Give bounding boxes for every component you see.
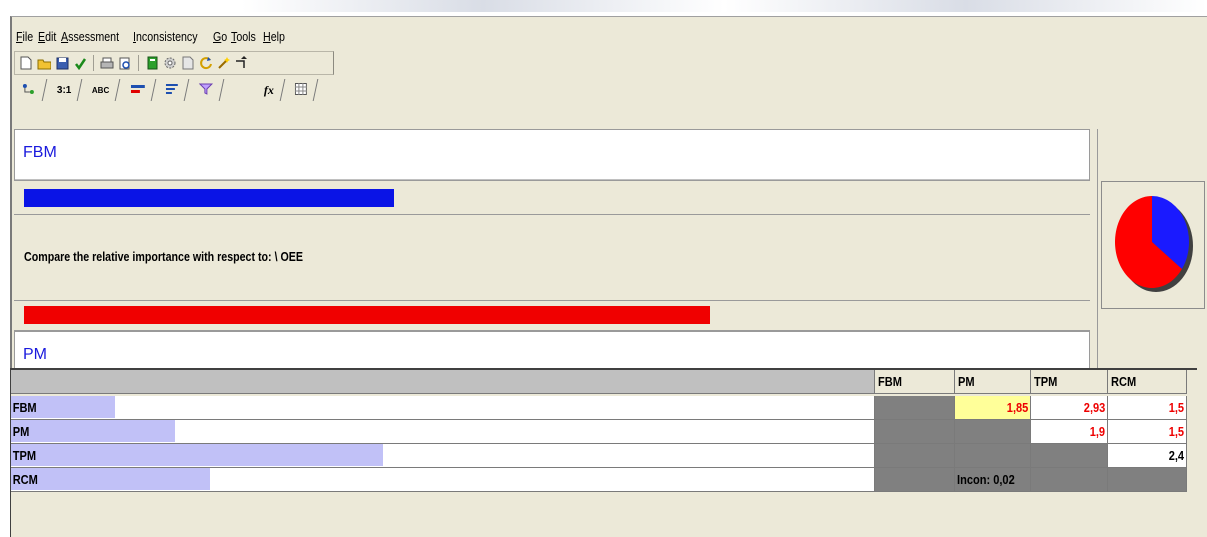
matrix-cell: [955, 444, 1031, 468]
top-bar-row[interactable]: [14, 183, 1090, 215]
matrix-cell: [875, 444, 955, 468]
compare-question: Compare the relative importance with res…: [24, 249, 304, 264]
matrix-cell[interactable]: 1,5: [1108, 420, 1187, 444]
matrix-cell[interactable]: 1,9: [1031, 420, 1108, 444]
bars-icon: [165, 83, 178, 98]
row-name-label: TPM: [12, 448, 37, 463]
row-weight-bar: [11, 468, 210, 490]
column-header-label: RCM: [1111, 374, 1137, 389]
matrix-cell: [1108, 468, 1187, 492]
view-tabs: 3:1 ABC fx: [11, 77, 320, 101]
check-icon[interactable]: [73, 56, 87, 70]
row-name-label: PM: [12, 424, 30, 439]
toolbar: [14, 51, 334, 75]
tab-formula[interactable]: fx: [253, 79, 286, 101]
comparison-value: 2,93: [1083, 400, 1105, 415]
matrix-cell: [1031, 468, 1108, 492]
bottom-bar-row[interactable]: [14, 303, 1090, 331]
inconsistency-value: Incon: 0,02: [957, 472, 1015, 487]
menu-edit[interactable]: Edit: [38, 29, 56, 44]
save-icon[interactable]: [55, 56, 69, 70]
matrix-row-tpm: TPM 2,4: [11, 444, 1187, 468]
pie-chart: [1115, 196, 1193, 292]
top-element-panel: FBM: [14, 129, 1090, 181]
settings-icon[interactable]: [163, 56, 177, 70]
matrix-cell: Incon: 0,02: [955, 468, 1031, 492]
row-name-cell[interactable]: RCM: [11, 468, 875, 492]
matrix-cell[interactable]: 1,5: [1108, 396, 1187, 420]
question-area: Compare the relative importance with res…: [14, 217, 1090, 301]
tab-matrix[interactable]: [284, 79, 319, 101]
print-preview-icon[interactable]: [118, 56, 132, 70]
matrix-cell[interactable]: 2,93: [1031, 396, 1108, 420]
matrix-header-corner: [11, 370, 875, 394]
page-icon[interactable]: [181, 56, 195, 70]
row-weight-bar: [11, 444, 383, 466]
tab-graphic[interactable]: [120, 79, 157, 101]
row-name-cell[interactable]: FBM: [11, 396, 875, 420]
graphic-bars-icon: [130, 83, 145, 98]
column-header-rcm[interactable]: RCM: [1108, 370, 1187, 394]
tab-abc[interactable]: ABC: [82, 79, 122, 101]
window-top-edge: [0, 0, 1207, 12]
menu-tools[interactable]: Tools: [231, 29, 256, 44]
column-header-tpm[interactable]: TPM: [1031, 370, 1108, 394]
matrix-row-pm: PM 1,9 1,5: [11, 420, 1187, 444]
menu-help[interactable]: Help: [263, 29, 285, 44]
row-weight-bar: [11, 420, 175, 442]
refresh-icon[interactable]: [199, 56, 213, 70]
tab-bars[interactable]: [155, 79, 190, 101]
comparison-value: 1,85: [1006, 400, 1028, 415]
matrix-icon: [294, 82, 307, 98]
pairwise-compare-panel: FBM Compare the relative importance with…: [14, 129, 1090, 379]
matrix-cell: [875, 468, 955, 492]
top-element-bar[interactable]: [24, 189, 394, 207]
matrix-cell: [1031, 444, 1108, 468]
comparison-value: 2,4: [1168, 448, 1184, 463]
column-header-label: FBM: [878, 374, 902, 389]
pie-side-panel: [1097, 129, 1207, 379]
open-folder-icon[interactable]: [37, 56, 51, 70]
toolbar-separator: [93, 55, 94, 71]
column-header-label: PM: [958, 374, 975, 389]
toolbar-separator: [138, 55, 139, 71]
pie-chart-box: [1101, 181, 1205, 309]
top-element-label: FBM: [23, 144, 57, 161]
comparison-matrix: FBM PM TPM RCM FBM 1,85 2,93 1,5 PM 1,9 1,5 TPM 2,4 R…: [10, 368, 1197, 537]
menu-bar: File Edit Assessment Inconsistency Go To…: [16, 25, 285, 47]
matrix-cell: [875, 420, 955, 444]
tab-funnel[interactable]: [188, 79, 225, 101]
matrix-cell: [955, 420, 1031, 444]
tab-ratio[interactable]: 3:1: [46, 79, 83, 101]
funnel-icon: [198, 83, 214, 98]
tree-icon: [22, 83, 36, 98]
bottom-element-bar[interactable]: [24, 306, 710, 324]
matrix-row-fbm: FBM 1,85 2,93 1,5: [11, 396, 1187, 420]
calculator-icon[interactable]: [145, 56, 159, 70]
tab-tree[interactable]: [11, 79, 48, 101]
print-icon[interactable]: [100, 56, 114, 70]
new-file-icon[interactable]: [19, 56, 33, 70]
menu-inconsistency[interactable]: Inconsistency: [133, 29, 198, 44]
row-name-cell[interactable]: PM: [11, 420, 875, 444]
column-header-fbm[interactable]: FBM: [875, 370, 955, 394]
comparison-value: 1,5: [1168, 400, 1184, 415]
menu-assessment[interactable]: Assessment: [61, 29, 119, 44]
matrix-cell[interactable]: 2,4: [1108, 444, 1187, 468]
comparison-value: 1,5: [1168, 424, 1184, 439]
matrix-cell: [875, 396, 955, 420]
menu-go[interactable]: Go: [213, 29, 227, 44]
matrix-row-rcm: RCM Incon: 0,02: [11, 468, 1187, 492]
column-header-label: TPM: [1034, 374, 1058, 389]
row-name-cell[interactable]: TPM: [11, 444, 875, 468]
comparison-value: 1,9: [1089, 424, 1105, 439]
row-name-label: RCM: [12, 472, 38, 487]
column-header-pm[interactable]: PM: [955, 370, 1031, 394]
row-name-label: FBM: [12, 400, 37, 415]
menu-file[interactable]: File: [16, 29, 33, 44]
matrix-cell[interactable]: 1,85: [955, 396, 1031, 420]
wand-icon[interactable]: [217, 56, 231, 70]
matrix-header-row: FBM PM TPM RCM: [11, 370, 1187, 394]
arrow-icon[interactable]: [235, 56, 249, 70]
